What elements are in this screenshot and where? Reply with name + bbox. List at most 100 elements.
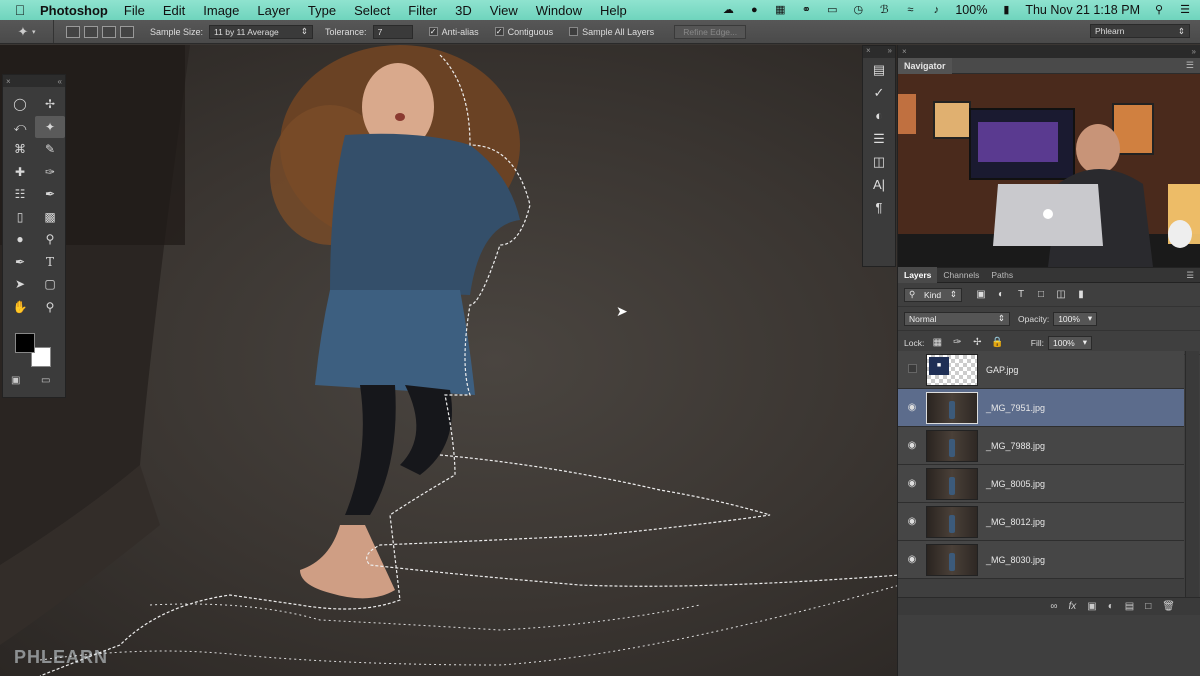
apple-menu-icon[interactable]:  [0,2,40,18]
hand-tool-icon[interactable]: ✋ [5,296,35,319]
visibility-toggle[interactable]: ◉ [898,516,926,527]
eyedropper-tool-icon[interactable]: ✎ [35,138,65,161]
filter-toggle-icon[interactable]: ▮ [1074,289,1088,300]
lock-all-icon[interactable]: 🔒 [990,337,1004,348]
lock-position-icon[interactable]: ✢ [970,337,984,348]
path-selection-tool-icon[interactable]: ➤ [5,273,35,296]
layer-name[interactable]: _MG_8030.jpg [986,555,1045,565]
anti-alias-checkbox[interactable]: ✓ Anti-alias [428,27,479,37]
new-layer-icon[interactable]: □ [1145,601,1151,612]
filter-pixel-icon[interactable]: ▣ [974,289,988,300]
cloud-icon[interactable]: ☁ [721,4,735,16]
creative-cloud-icon[interactable]: ⚭ [799,4,813,16]
close-icon[interactable]: × [6,77,11,86]
history-panel-icon[interactable]: ▤ [863,58,895,81]
layer-row[interactable]: ◉ _MG_8030.jpg [898,541,1184,579]
filter-type-icon[interactable]: T [1014,289,1028,300]
bluetooth-icon[interactable]: ℬ [877,4,891,16]
menubar-clock[interactable]: Thu Nov 21 1:18 PM [1025,3,1140,17]
battery-icon[interactable]: ▮ [999,4,1013,16]
collapse-icon[interactable]: » [1192,47,1196,56]
grid-icon[interactable]: ▦ [773,4,787,16]
new-group-folder-icon[interactable]: ▤ [1125,601,1134,612]
tools-panel-header[interactable]: × « [3,75,65,87]
document-canvas[interactable]: PHLEARN ➤ [0,45,900,676]
tab-channels[interactable]: Channels [937,267,985,283]
adjustments-icon[interactable]: ◐ [863,104,895,127]
layer-row[interactable]: ◉ _MG_7988.jpg [898,427,1184,465]
paragraph-panel-icon[interactable]: ¶ [863,196,895,219]
tab-layers[interactable]: Layers [898,267,938,283]
filter-smart-object-icon[interactable]: ◫ [1054,289,1068,300]
intersect-selection-icon[interactable] [120,25,134,38]
menu-edit[interactable]: Edit [163,3,185,18]
brush-presets-icon[interactable]: ✓ [863,81,895,104]
filter-shape-icon[interactable]: □ [1034,289,1048,300]
notification-center-icon[interactable]: ☰ [1178,4,1192,16]
menu-view[interactable]: View [490,3,518,18]
collapse-icon[interactable]: « [58,77,62,86]
zoom-tool-icon[interactable]: ⚲ [35,296,65,319]
properties-icon[interactable]: ☰ [863,127,895,150]
menu-select[interactable]: Select [354,3,390,18]
layer-thumbnail[interactable] [926,543,978,576]
visibility-toggle[interactable]: ◉ [898,478,926,489]
lock-transparent-icon[interactable]: ▦ [930,337,944,348]
brush-tool-icon[interactable]: ✑ [35,161,65,184]
layer-row[interactable]: ■ GAP.jpg [898,351,1184,389]
time-machine-icon[interactable]: ◷ [851,4,865,16]
link-layers-icon[interactable]: ∞ [1050,601,1057,612]
gradient-tool-icon[interactable]: ▩ [35,206,65,229]
filter-kind-select[interactable]: ⚲ Kind ⇕ [904,287,962,302]
delete-layer-trash-icon[interactable]: 🗑 [1162,601,1175,612]
expand-icon[interactable]: » [888,46,892,58]
close-icon[interactable]: × [902,47,907,56]
layer-name[interactable]: _MG_7988.jpg [986,441,1045,451]
layer-name[interactable]: _MG_7951.jpg [986,403,1045,413]
filter-adjustment-icon[interactable]: ◐ [994,289,1008,300]
opacity-input[interactable]: 100% ▾ [1053,311,1098,326]
layer-row[interactable]: ◉ _MG_8005.jpg [898,465,1184,503]
layer-thumbnail[interactable] [926,429,978,462]
navigator-preview[interactable] [898,74,1200,267]
menu-help[interactable]: Help [600,3,627,18]
add-selection-icon[interactable] [84,25,98,38]
layer-thumbnail[interactable] [926,467,978,500]
move-tool-icon[interactable]: ✢ [35,93,65,116]
menu-type[interactable]: Type [308,3,336,18]
visibility-toggle[interactable]: ◉ [898,440,926,451]
fill-input[interactable]: 100% ▾ [1048,335,1092,350]
spotlight-search-icon[interactable]: ⚲ [1152,4,1166,16]
quick-mask-icon[interactable]: ▣ [11,375,20,386]
contiguous-checkbox[interactable]: ✓ Contiguous [494,27,553,37]
layer-name[interactable]: GAP.jpg [986,365,1018,375]
visibility-toggle[interactable]: ◉ [898,402,926,413]
layer-thumbnail[interactable]: ■ [926,353,978,386]
panel-menu-icon[interactable]: ☰ [1186,270,1194,281]
volume-icon[interactable]: ♪ [929,4,943,16]
visibility-toggle[interactable] [898,363,926,376]
close-icon[interactable]: × [866,46,871,58]
layer-row[interactable]: ◉ _MG_8012.jpg [898,503,1184,541]
panel-group-header[interactable]: ×» [898,45,1200,58]
app-menu[interactable]: Photoshop [40,3,108,18]
dodge-tool-icon[interactable]: ⚲ [35,228,65,251]
marquee-tool-icon[interactable]: ◯ [5,93,35,116]
visibility-toggle[interactable]: ◉ [898,554,926,565]
refine-edge-button[interactable]: Refine Edge... [674,24,747,39]
crop-tool-icon[interactable]: ⌘ [5,138,35,161]
history-brush-tool-icon[interactable]: ✒ [35,183,65,206]
menu-3d[interactable]: 3D [455,3,472,18]
panel-menu-icon[interactable]: ☰ [1186,60,1194,71]
menu-file[interactable]: File [124,3,145,18]
tool-preset-picker[interactable]: ✦ ▾ [0,20,54,43]
subtract-selection-icon[interactable] [102,25,116,38]
workspace-switcher[interactable]: Phlearn ⇕ [1090,24,1190,38]
layer-style-fx-icon[interactable]: fx [1069,601,1077,612]
tab-paths[interactable]: Paths [985,267,1019,283]
layer-thumbnail[interactable] [926,505,978,538]
blend-mode-select[interactable]: Normal ⇕ [904,311,1010,326]
menu-window[interactable]: Window [536,3,582,18]
type-tool-icon[interactable]: T [35,251,65,274]
add-mask-icon[interactable]: ▣ [1087,601,1096,612]
